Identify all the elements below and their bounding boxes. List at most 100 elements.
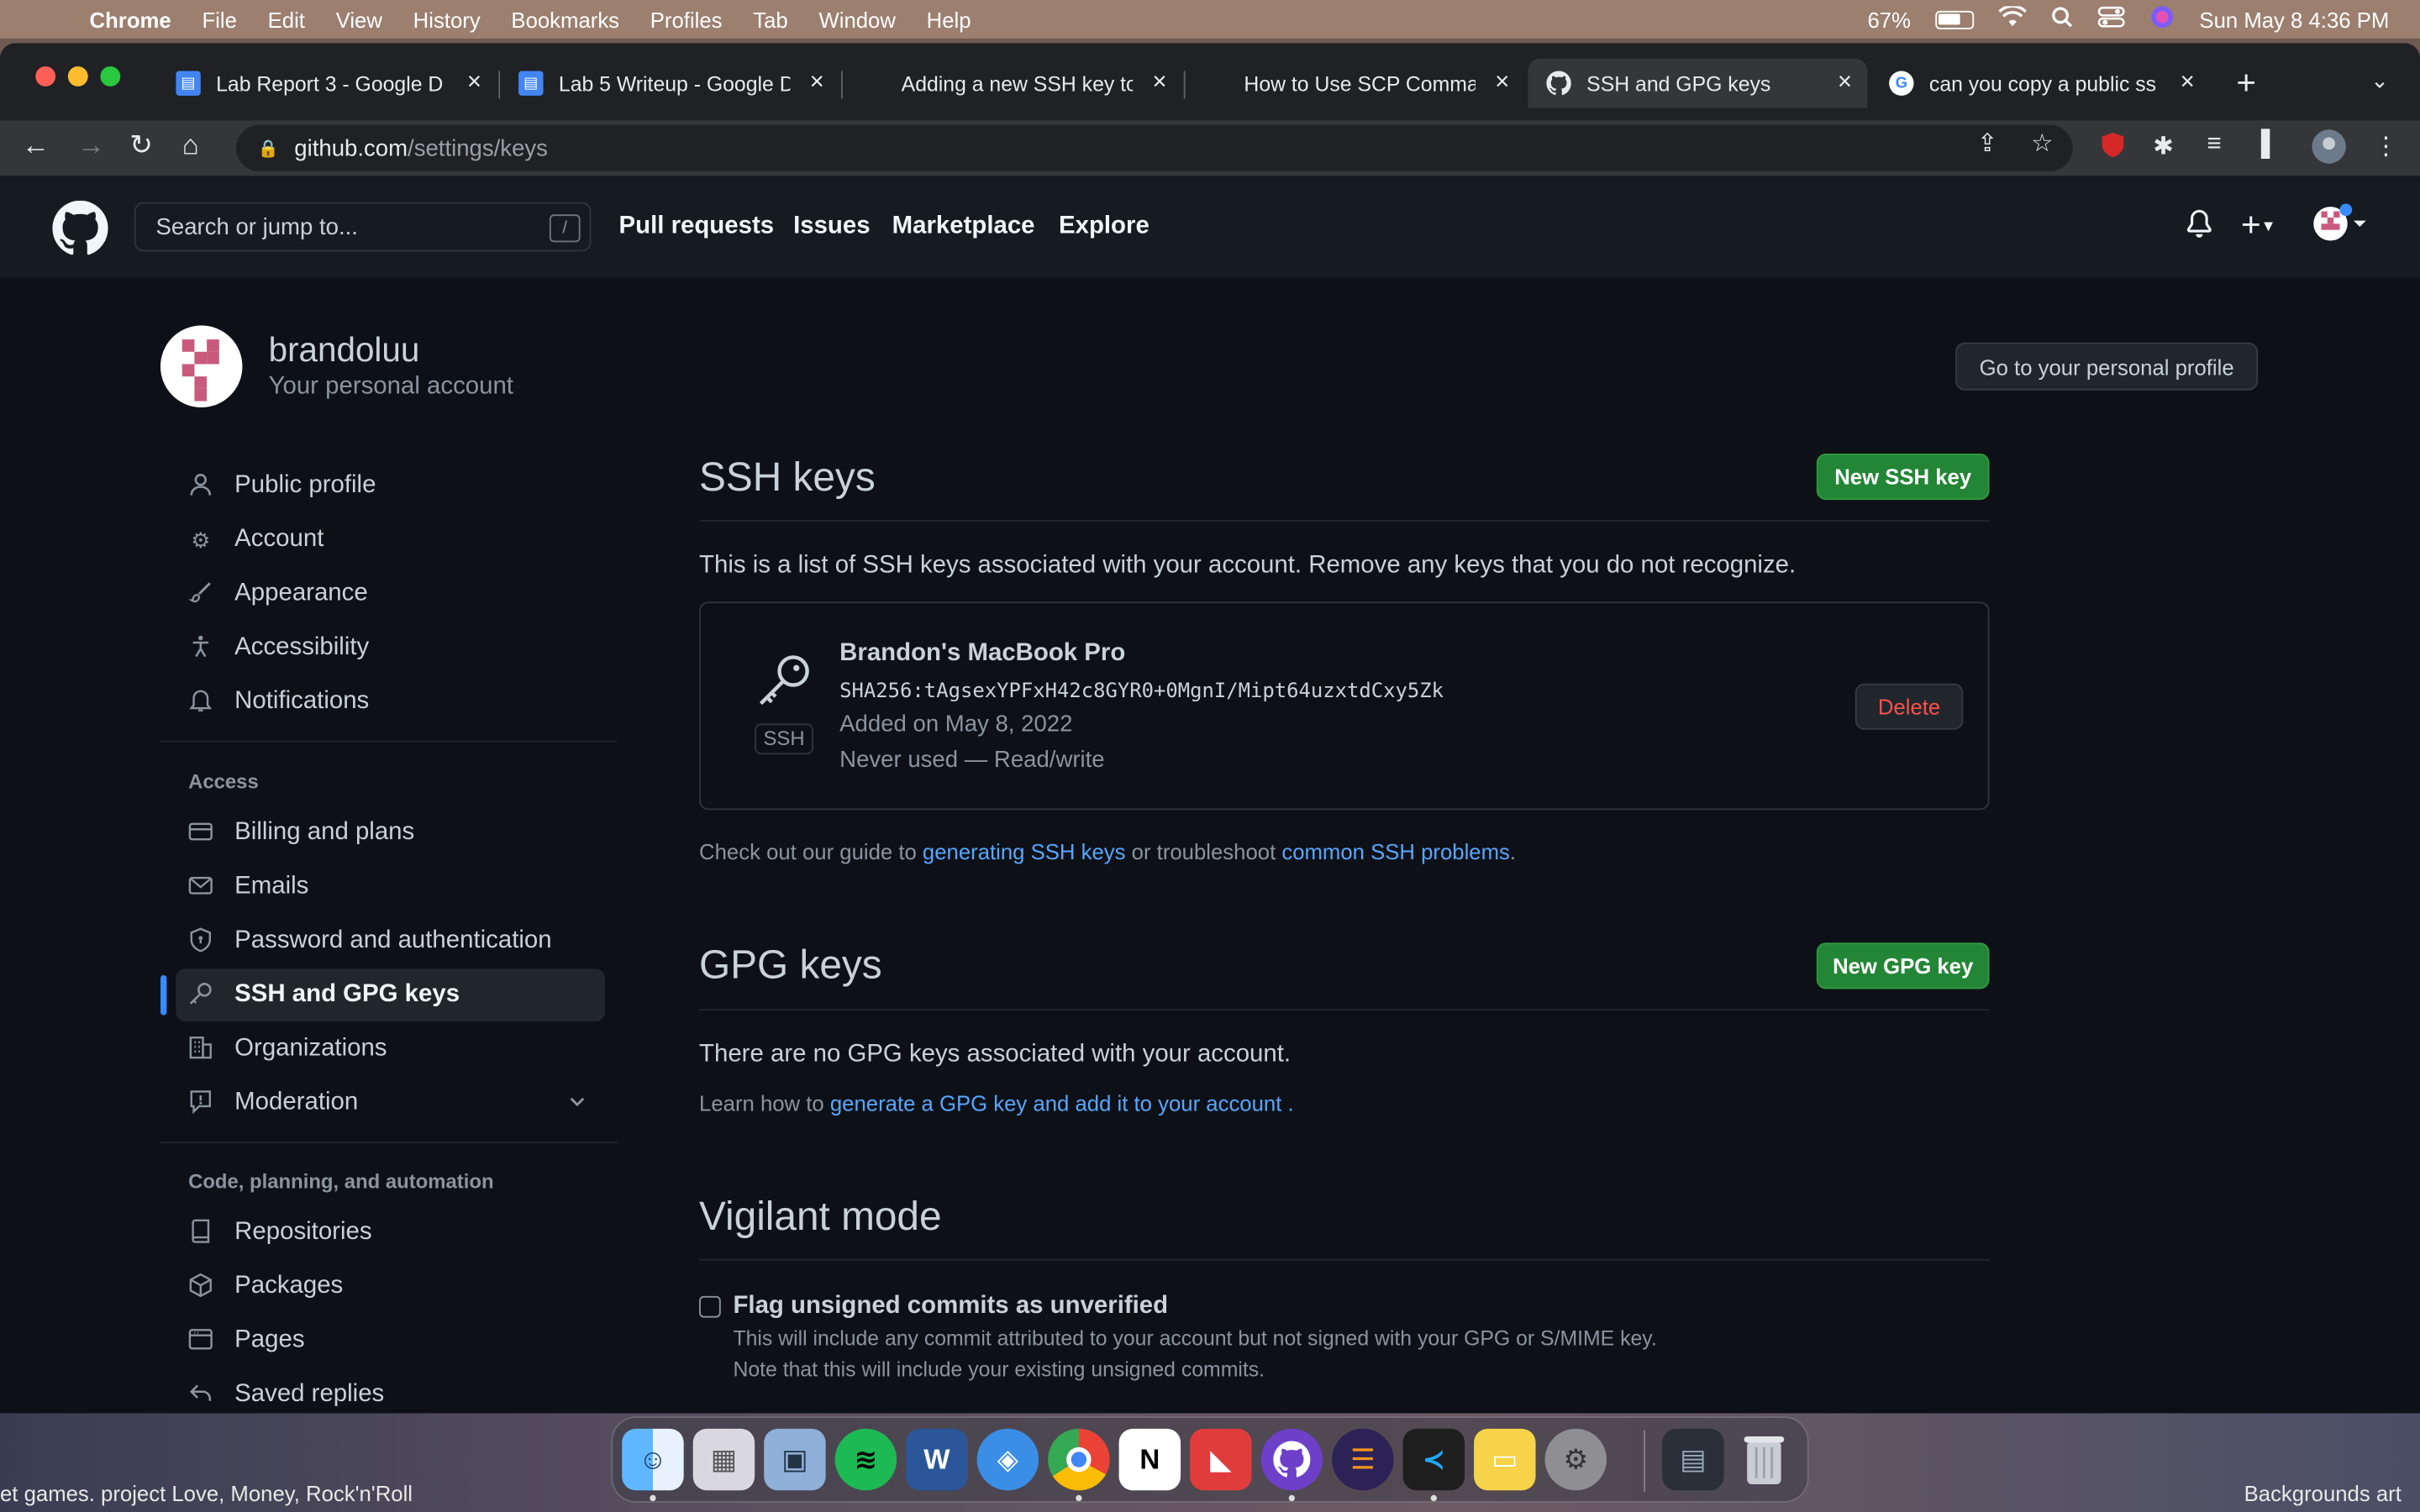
nav-marketplace[interactable]: Marketplace xyxy=(892,213,1035,240)
close-icon[interactable]: × xyxy=(810,70,824,97)
sidebar-item-accessibility[interactable]: Accessibility xyxy=(176,622,605,674)
github-search-input[interactable]: Search or jump to... / xyxy=(134,202,592,252)
menu-profiles[interactable]: Profiles xyxy=(650,7,723,31)
finder-icon[interactable]: ☺ xyxy=(622,1428,684,1491)
generate-gpg-key-link[interactable]: generate a GPG key and add it to your ac… xyxy=(830,1091,1282,1116)
new-tab-icon[interactable]: + xyxy=(2236,63,2256,103)
sidebar-item-repositories[interactable]: Repositories xyxy=(176,1206,605,1258)
maximize-window-button[interactable] xyxy=(100,66,121,87)
github-desktop-icon[interactable] xyxy=(1260,1428,1323,1491)
profile-avatar-icon[interactable] xyxy=(2311,128,2348,172)
battery-icon[interactable] xyxy=(1935,9,1975,29)
menu-edit[interactable]: Edit xyxy=(268,7,305,31)
control-center-icon[interactable] xyxy=(2097,6,2125,32)
sidebar-item-billing[interactable]: Billing and plans xyxy=(176,807,605,859)
forward-icon[interactable]: → xyxy=(77,129,105,162)
sidebar-item-password-auth[interactable]: Password and authentication xyxy=(176,915,605,967)
word-icon[interactable]: W xyxy=(906,1428,968,1491)
menu-file[interactable]: File xyxy=(202,7,236,31)
tab-ssh-gpg-keys[interactable]: SSH and GPG keys × xyxy=(1528,58,1868,108)
common-ssh-problems-link[interactable]: common SSH problems xyxy=(1281,839,1510,864)
tab-lab-5-writeup[interactable]: ▤ Lab 5 Writeup - Google D × xyxy=(500,59,839,108)
notifications-bell-icon[interactable] xyxy=(2186,209,2213,245)
delete-key-button[interactable]: Delete xyxy=(1854,683,1964,730)
sidebar-item-ssh-gpg-keys[interactable]: SSH and GPG keys xyxy=(176,969,606,1021)
chrome-menu-icon[interactable]: ⋮ xyxy=(2374,131,2398,162)
close-icon[interactable]: × xyxy=(1152,70,1166,97)
account-username[interactable]: brandoluu xyxy=(269,330,420,370)
home-icon[interactable]: ⌂ xyxy=(182,129,199,162)
sidebar-item-notifications[interactable]: Notifications xyxy=(176,675,605,727)
user-avatar-menu[interactable] xyxy=(2312,202,2367,254)
go-to-profile-button[interactable]: Go to your personal profile xyxy=(1955,342,2259,391)
screenshot-icon[interactable]: ▤ xyxy=(1662,1428,1724,1491)
sidebar-item-account[interactable]: ⚙ Account xyxy=(176,514,605,566)
siri-icon[interactable] xyxy=(2150,5,2175,34)
sidebar-item-appearance[interactable]: Appearance xyxy=(176,568,605,620)
close-icon[interactable]: × xyxy=(1838,70,1852,97)
sidebar-item-moderation[interactable]: Moderation xyxy=(176,1077,605,1129)
eclipse-icon[interactable]: ☰ xyxy=(1332,1428,1394,1491)
menu-tab[interactable]: Tab xyxy=(753,7,787,31)
close-icon[interactable]: × xyxy=(1495,70,1509,97)
spotlight-icon[interactable] xyxy=(2051,6,2073,32)
menu-window[interactable]: Window xyxy=(818,7,895,31)
notes-icon[interactable]: ▭ xyxy=(1474,1428,1536,1491)
sidebar-item-public-profile[interactable]: Public profile xyxy=(176,459,605,512)
side-panel-icon[interactable]: ▌ xyxy=(2261,131,2279,159)
sidebar-item-packages[interactable]: Packages xyxy=(176,1261,605,1313)
flag-unsigned-label[interactable]: Flag unsigned commits as unverified xyxy=(733,1293,1168,1320)
lock-icon[interactable]: 🔒 xyxy=(258,138,279,158)
share-icon[interactable]: ⇪ xyxy=(1977,128,1998,159)
sidebar-item-pages[interactable]: Pages xyxy=(176,1315,605,1367)
menu-view[interactable]: View xyxy=(336,7,382,31)
bookmark-star-icon[interactable]: ☆ xyxy=(2031,128,2053,159)
media-control-icon[interactable]: ≡ xyxy=(2207,131,2222,159)
nav-issues[interactable]: Issues xyxy=(793,213,870,240)
tab-scp-command[interactable]: How to Use SCP Comma × xyxy=(1186,59,1525,108)
tab-lab-report-3[interactable]: ▤ Lab Report 3 - Google D × xyxy=(157,59,497,108)
menu-app[interactable]: Chrome xyxy=(90,7,171,31)
trash-icon[interactable] xyxy=(1733,1429,1795,1490)
nav-explore[interactable]: Explore xyxy=(1059,213,1150,240)
vscode-icon[interactable]: ≺ xyxy=(1402,1428,1465,1491)
browser-icon xyxy=(185,1326,216,1356)
tab-adding-ssh-key[interactable]: Adding a new SSH key to × xyxy=(843,59,1182,108)
menu-help[interactable]: Help xyxy=(927,7,971,31)
chevron-down-icon[interactable] xyxy=(568,1091,587,1115)
reload-icon[interactable]: ↻ xyxy=(129,129,153,162)
close-icon[interactable]: × xyxy=(2181,70,2195,97)
minimize-window-button[interactable] xyxy=(67,66,88,87)
tab-search-icon[interactable]: ⌄ xyxy=(2370,68,2389,94)
back-icon[interactable]: ← xyxy=(22,129,50,162)
menu-bookmarks[interactable]: Bookmarks xyxy=(511,7,619,31)
chrome-icon[interactable] xyxy=(1048,1428,1110,1491)
new-gpg-key-button[interactable]: New GPG key xyxy=(1816,942,1990,990)
menu-history[interactable]: History xyxy=(413,7,481,31)
safari-icon[interactable]: ◈ xyxy=(976,1428,1039,1491)
ublock-extension-icon[interactable] xyxy=(2099,131,2127,166)
extensions-icon[interactable]: ✱ xyxy=(2153,131,2174,162)
sidebar-item-emails[interactable]: Emails xyxy=(176,861,605,913)
preview-icon[interactable]: ▣ xyxy=(764,1428,826,1491)
menubar-clock[interactable]: Sun May 8 4:36 PM xyxy=(2199,7,2389,31)
close-window-button[interactable] xyxy=(35,66,56,87)
spotify-icon[interactable]: ≋ xyxy=(834,1428,897,1491)
avatar[interactable] xyxy=(160,325,243,407)
close-icon[interactable]: × xyxy=(467,70,481,97)
bear-icon[interactable]: ◣ xyxy=(1190,1428,1252,1491)
github-logo-icon[interactable] xyxy=(52,200,108,256)
launchpad-icon[interactable]: ▦ xyxy=(692,1428,755,1491)
create-new-plus-icon[interactable]: +▼ xyxy=(2241,205,2276,245)
generating-ssh-keys-link[interactable]: generating SSH keys xyxy=(923,839,1126,864)
new-ssh-key-button[interactable]: New SSH key xyxy=(1816,454,1990,501)
nav-pull-requests[interactable]: Pull requests xyxy=(619,213,775,240)
sidebar-item-organizations[interactable]: Organizations xyxy=(176,1023,605,1075)
system-preferences-icon[interactable]: ⚙ xyxy=(1544,1428,1607,1491)
flag-unsigned-checkbox[interactable] xyxy=(699,1295,721,1318)
address-bar[interactable]: 🔒 github.com/settings/keys ⇪ ☆ xyxy=(236,124,2073,171)
vigilant-note-2: Note that this will include your existin… xyxy=(733,1357,1265,1381)
tab-copy-public-key[interactable]: G can you copy a public ss × xyxy=(1870,59,2210,108)
notion-icon[interactable]: N xyxy=(1118,1428,1181,1491)
wifi-icon[interactable] xyxy=(1998,4,2027,32)
